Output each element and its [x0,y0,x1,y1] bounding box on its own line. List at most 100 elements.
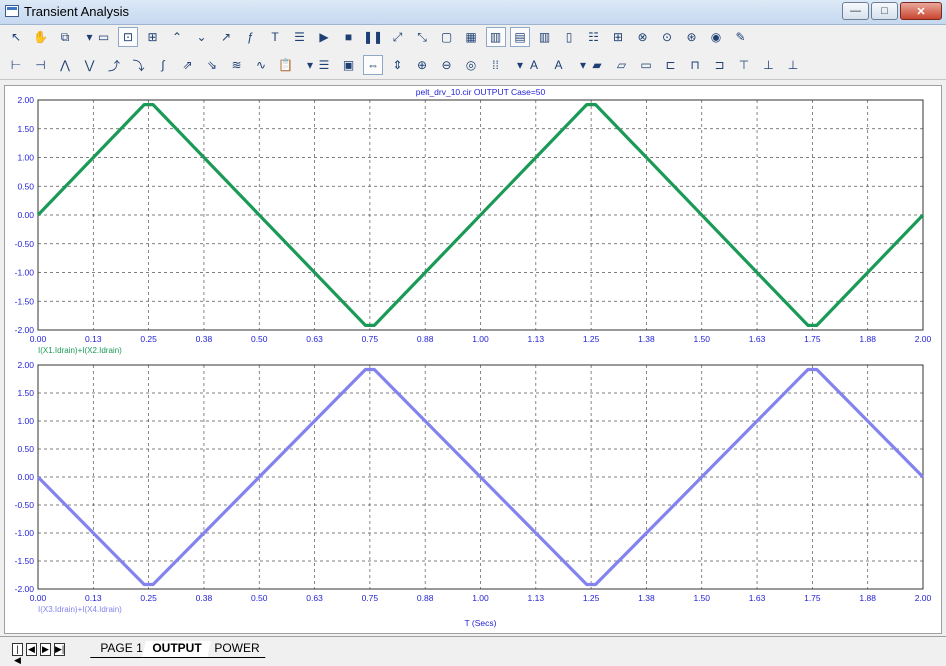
maximize-button[interactable]: □ [871,2,898,20]
record-icon[interactable]: ◉ [706,27,726,47]
group-icon[interactable]: ▱ [612,55,632,75]
fit-height-icon[interactable]: ⇕ [388,55,408,75]
series-legend-label: I(X3.Idrain)+I(X4.Idrain) [38,605,122,614]
calendar-icon[interactable]: ▣ [339,55,359,75]
plot-area: 0.00 0.13 0.25 0.38 0.50 0.63 0.75 0.88 1.00 1.13… [4,85,942,634]
copy-dropdown-icon[interactable]: ⧉ [55,27,75,47]
fit-width-icon[interactable]: ⇔ [363,55,383,75]
window-icon[interactable]: ▭ [94,27,114,47]
y-tick-label: -1.50 [15,556,35,566]
font-icon[interactable]: A [524,55,544,75]
bring-front-icon[interactable]: ▰ [587,55,607,75]
toolbar-primary: ↖ ✋ ⧉ ▾ ▭ ⊡ ⊞ ⌃ ⌄ ↗ ƒ T ☰ ▶ ■ ❚❚ ⤢ ⤡ ▢ ▦ ▥ ▤ ▥ ▯ ☷ ⊞ ⊗ ⊙ ⊛ ◉ ✎ [0,25,946,51]
cursor-left-icon[interactable]: ⊢ [6,55,26,75]
y-tick-label: 0.50 [17,444,34,454]
x-tick-label: 0.63 [306,334,323,344]
window-title: Transient Analysis [24,4,130,19]
zoom-out-icon[interactable]: ⊖ [437,55,457,75]
close-button[interactable]: ✕ [900,2,942,20]
x-tick-label: 1.38 [638,334,655,344]
x-tick-label: 0.38 [196,593,213,603]
last-page-icon[interactable]: ▶| [54,643,65,656]
y-tick-label: 1.50 [17,124,34,134]
align-right-icon[interactable]: ⊐ [710,55,730,75]
y-tick-label: -1.50 [15,296,35,306]
align-top-icon[interactable]: ⊤ [734,55,754,75]
function-icon[interactable]: ƒ [241,27,261,47]
zoom-x-icon[interactable]: ⊗ [633,27,653,47]
ungroup-icon[interactable]: ▭ [636,55,656,75]
edit-icon[interactable]: ✎ [731,27,751,47]
high-icon[interactable]: ⤴ [104,55,124,75]
toolbar-secondary: ⊢ ⊣ ⋀ ⋁ ⤴ ⤵ ∫ ⇗ ⇘ ≋ ∿ 📋 ▾ ☰ ▣ ⇔ ⇕ ⊕ ⊖ ◎ ⁞⁞ ▾ A A ▾ ▰ ▱ ▭ ⊏ ⊓ ⊐ ⊤ ⊥ ⊥ [0,53,946,80]
align-middle-icon[interactable]: ⊥ [759,55,779,75]
clipboard-icon[interactable]: 📋 [276,55,296,75]
y-tick-label: 0.00 [17,210,34,220]
zoom-100-icon[interactable]: ◎ [461,55,481,75]
low-icon[interactable]: ⤵ [129,55,149,75]
x-tick-label: 1.25 [583,334,600,344]
cells-icon[interactable]: ⊞ [608,27,628,47]
zoom-z-icon[interactable]: ⊛ [682,27,702,47]
frame-icon[interactable]: ▢ [437,27,457,47]
valley-find-icon[interactable]: ⋁ [80,55,100,75]
align-1-icon[interactable]: ▥ [485,27,506,47]
align-bottom-icon[interactable]: ⊥ [783,55,803,75]
inflection-icon[interactable]: ∫ [153,55,173,75]
align-3-icon[interactable]: ▥ [535,27,555,47]
y-tick-label: 0.00 [17,472,34,482]
prev-page-icon[interactable]: ◀ [26,643,37,656]
dots-icon[interactable]: ⁞⁞ [486,55,506,75]
curve-icon[interactable]: ∿ [251,55,271,75]
valley-icon[interactable]: ⌄ [192,27,212,47]
next-page-icon[interactable]: ▶ [40,643,51,656]
align-center-icon[interactable]: ⊓ [685,55,705,75]
x-tick-label: 1.00 [472,334,489,344]
x-tick-label: 0.25 [140,593,157,603]
pause-icon[interactable]: ❚❚ [363,27,383,47]
peak-find-icon[interactable]: ⋀ [55,55,75,75]
font-color-icon[interactable]: A [549,55,569,75]
cursor-right-icon[interactable]: ⊣ [31,55,51,75]
x-tick-label: 1.63 [749,334,766,344]
rows-icon[interactable]: ☷ [584,27,604,47]
align-2-icon[interactable]: ▤ [510,27,530,47]
slope-find-icon[interactable]: ≋ [227,55,247,75]
align-left-icon[interactable]: ⊏ [661,55,681,75]
tab-output[interactable]: OUTPUT [142,641,212,658]
x-tick-label: 1.88 [859,334,876,344]
global-high-icon[interactable]: ⇗ [178,55,198,75]
series-legend-label: I(X1.Idrain)+I(X2.Idrain) [38,346,122,355]
run-icon[interactable]: ▶ [314,27,334,47]
zoom-box-icon[interactable]: ⊡ [118,27,138,47]
x-tick-label: 1.63 [749,593,766,603]
list-icon[interactable]: ☰ [314,55,334,75]
global-low-icon[interactable]: ⇘ [202,55,222,75]
properties-icon[interactable]: ☰ [290,27,310,47]
align-4-icon[interactable]: ▯ [559,27,579,47]
scale-up-icon[interactable]: ⤢ [388,27,408,47]
tab-power[interactable]: POWER [204,641,270,658]
page-tab-bar: |◀ ◀ ▶ ▶| PAGE 1 OUTPUT POWER [0,636,946,665]
text-icon[interactable]: T [265,27,285,47]
x-tick-label: 0.88 [417,593,434,603]
arrow-pointer-icon[interactable]: ↖ [6,27,26,47]
x-axis-label: T (Secs) [465,618,497,628]
y-tick-label: -2.00 [15,584,35,594]
zoom-in-icon[interactable]: ⊕ [412,55,432,75]
grid-dots-icon[interactable]: ⊞ [143,27,163,47]
first-page-icon[interactable]: |◀ [12,643,23,665]
scale-down-icon[interactable]: ⤡ [412,27,432,47]
stop-icon[interactable]: ■ [339,27,359,47]
x-tick-label: 1.50 [693,593,710,603]
zoom-y-icon[interactable]: ⊙ [657,27,677,47]
y-tick-label: -0.50 [15,500,35,510]
chart-title: pelt_drv_10.cir OUTPUT Case=50 [416,87,546,97]
peak-icon[interactable]: ⌃ [167,27,187,47]
slope-icon[interactable]: ↗ [216,27,236,47]
x-tick-label: 0.13 [85,334,102,344]
hand-pan-icon[interactable]: ✋ [31,27,51,47]
grid-icon[interactable]: ▦ [461,27,481,47]
minimize-button[interactable]: — [842,2,869,20]
y-tick-label: -2.00 [15,325,35,335]
